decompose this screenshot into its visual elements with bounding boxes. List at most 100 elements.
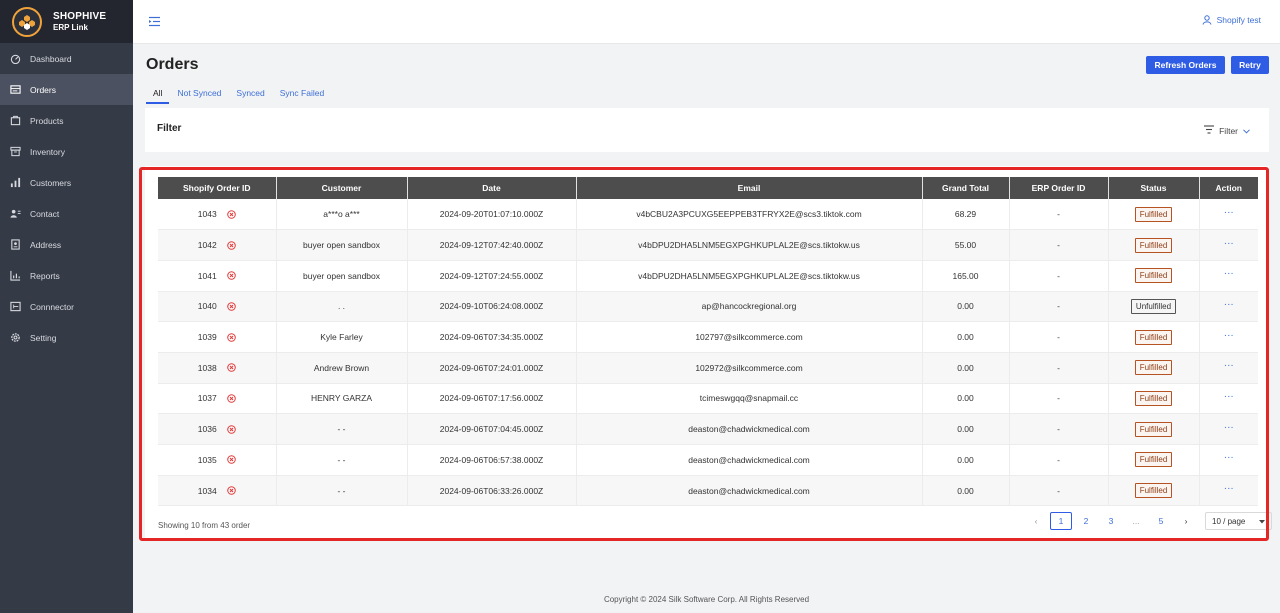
page-size-value: 10 / page (1212, 516, 1246, 526)
erp-order-id-cell: - (1009, 229, 1109, 261)
sync-error-icon[interactable] (226, 209, 236, 219)
page-ellipsis[interactable]: ... (1125, 512, 1147, 530)
next-page-icon[interactable]: › (1175, 512, 1197, 530)
table-row: 1040 . . 2024-09-10T06:24:08.000Z ap@hancoc… (158, 291, 1258, 323)
page-5[interactable]: 5 (1150, 512, 1172, 530)
email-cell: 102797@silkcommerce.com (576, 321, 923, 353)
sidebar-item-label: Contact (30, 208, 60, 219)
row-actions-button[interactable]: ··· (1224, 483, 1234, 494)
order-id[interactable]: 1037 (198, 393, 217, 403)
row-actions-button[interactable]: ··· (1224, 238, 1234, 249)
sidebar-item-orders[interactable]: Orders (0, 74, 133, 105)
sync-error-icon[interactable] (226, 363, 236, 373)
date-cell: 2024-09-06T07:24:01.000Z (407, 352, 577, 384)
order-id[interactable]: 1036 (198, 424, 217, 434)
page-1[interactable]: 1 (1050, 512, 1072, 530)
sidebar-nav: Dashboard Orders Products Inventory Cust… (0, 43, 133, 353)
sidebar-item-label: Reports (30, 270, 60, 281)
email-cell: v4bCBU2A3PCUXG5EEPPEB3TFRYX2E@scs3.tikto… (576, 199, 923, 231)
sync-error-icon[interactable] (226, 240, 236, 250)
sync-error-icon[interactable] (226, 271, 236, 280)
tab-all[interactable]: All (146, 86, 170, 104)
date-cell: 2024-09-10T06:24:08.000Z (407, 291, 577, 323)
table-row: 1038 Andrew Brown 2024-09-06T07:24:01.000Z… (158, 352, 1258, 384)
row-actions-button[interactable]: ··· (1224, 299, 1234, 310)
sidebar-item-dashboard[interactable]: Dashboard (0, 43, 133, 74)
user-name: Shopify test (1216, 15, 1261, 25)
tab-synced[interactable]: Synced (229, 86, 271, 104)
user-menu[interactable]: Shopify test (1202, 15, 1261, 25)
retry-button[interactable]: Retry (1231, 56, 1269, 74)
table-row: 1036 - -2024-09-06T07:04:45.000Z deaston@c… (158, 413, 1258, 445)
contact-icon (9, 208, 21, 220)
prev-page-icon[interactable]: ‹ (1025, 512, 1047, 530)
order-id-cell: 1042 (158, 229, 277, 261)
sidebar-item-customers[interactable]: Customers (0, 167, 133, 198)
grand-total-cell: 55.00 (922, 229, 1010, 261)
order-id[interactable]: 1043 (198, 209, 217, 219)
erp-order-id-cell: - (1009, 291, 1109, 323)
erp-order-id-cell: - (1009, 413, 1109, 445)
row-actions-button[interactable]: ··· (1224, 391, 1234, 402)
orders-icon (9, 84, 21, 96)
sync-error-icon[interactable] (226, 332, 236, 342)
erp-order-id-cell: - (1009, 352, 1109, 384)
order-id[interactable]: 1041 (198, 271, 217, 281)
filter-panel: Filter Filter (145, 108, 1269, 152)
brand-name: SHOPHIVE (53, 10, 107, 22)
order-id[interactable]: 1038 (198, 363, 217, 373)
sync-error-icon[interactable] (226, 394, 236, 403)
column-header-date: Date (407, 177, 577, 199)
sync-error-icon[interactable] (226, 455, 236, 465)
filter-toggle-button[interactable]: Filter (1204, 125, 1250, 136)
row-actions-button[interactable]: ··· (1224, 207, 1234, 218)
order-id[interactable]: 1042 (198, 240, 217, 250)
sync-error-icon[interactable] (226, 302, 236, 311)
row-actions-button[interactable]: ··· (1224, 452, 1234, 463)
order-tabs: All Not Synced Synced Sync Failed (146, 86, 332, 104)
order-id[interactable]: 1035 (198, 455, 217, 465)
column-header-action: Action (1199, 177, 1258, 199)
row-actions-button[interactable]: ··· (1224, 268, 1234, 279)
page-size-select[interactable]: 10 / page (1205, 512, 1272, 530)
erp-order-id-cell: - (1009, 260, 1109, 292)
page-2[interactable]: 2 (1075, 512, 1097, 530)
date-cell: 2024-09-20T01:07:10.000Z (407, 199, 577, 231)
user-icon (1202, 15, 1212, 25)
sync-error-icon[interactable] (226, 424, 236, 434)
main-content: Orders Refresh Orders Retry All Not Sync… (133, 44, 1280, 613)
action-cell: ··· (1199, 199, 1258, 231)
brand[interactable]: SHOPHIVE ERP Link (0, 0, 133, 43)
sidebar-item-products[interactable]: Products (0, 105, 133, 136)
order-id-cell: 1036 (158, 413, 277, 445)
tab-not-synced[interactable]: Not Synced (170, 86, 228, 104)
status-cell: Fulfilled (1108, 475, 1200, 507)
row-actions-button[interactable]: ··· (1224, 330, 1234, 341)
sync-error-icon[interactable] (226, 486, 236, 495)
refresh-orders-button[interactable]: Refresh Orders (1146, 56, 1225, 74)
action-cell: ··· (1199, 413, 1258, 445)
tab-sync-failed[interactable]: Sync Failed (273, 86, 331, 104)
sidebar-item-reports[interactable]: Reports (0, 260, 133, 291)
order-id[interactable]: 1034 (198, 486, 217, 496)
action-cell: ··· (1199, 352, 1258, 384)
sidebar-item-setting[interactable]: Setting (0, 322, 133, 353)
sidebar-item-inventory[interactable]: Inventory (0, 136, 133, 167)
page-3[interactable]: 3 (1100, 512, 1122, 530)
table-row: 1042 buyer open sandbox 2024-09-12T07:42:4… (158, 229, 1258, 261)
table-row: 1037 HENRY GARZA 2024-09-06T07:17:56.000Z t… (158, 383, 1258, 415)
caret-down-icon (1259, 517, 1265, 526)
status-cell: Fulfilled (1108, 444, 1200, 476)
sidebar-item-address[interactable]: Address (0, 229, 133, 260)
menu-toggle-icon[interactable] (148, 15, 161, 28)
sidebar-item-connector[interactable]: Connnector (0, 291, 133, 322)
date-cell: 2024-09-06T06:57:38.000Z (407, 444, 577, 476)
row-actions-button[interactable]: ··· (1224, 422, 1234, 433)
sidebar-item-contact[interactable]: Contact (0, 198, 133, 229)
row-actions-button[interactable]: ··· (1224, 360, 1234, 371)
date-cell: 2024-09-06T07:34:35.000Z (407, 321, 577, 353)
order-id[interactable]: 1040 (198, 301, 217, 311)
page-title: Orders (146, 56, 199, 73)
order-id[interactable]: 1039 (198, 332, 217, 342)
filter-icon (1204, 125, 1215, 136)
